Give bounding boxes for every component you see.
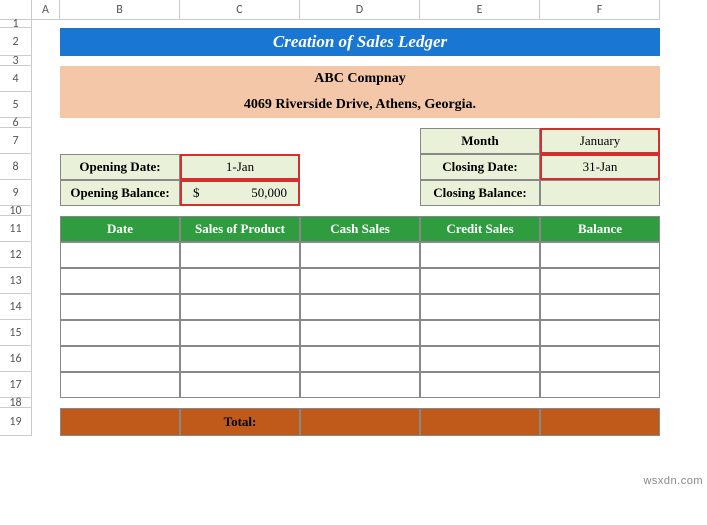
table-cell[interactable] (180, 242, 300, 268)
column-headers: A B C D E F (0, 0, 660, 20)
table-cell[interactable] (300, 294, 420, 320)
table-cell[interactable] (300, 242, 420, 268)
table-cell[interactable] (420, 268, 540, 294)
table-cell[interactable] (540, 294, 660, 320)
month-label: Month (420, 128, 540, 154)
table-cell[interactable] (540, 346, 660, 372)
opening-date-value[interactable]: 1-Jan (180, 154, 300, 180)
table-cell[interactable] (420, 320, 540, 346)
closing-balance-value[interactable] (540, 180, 660, 206)
currency-symbol: $ (193, 185, 200, 201)
opening-balance-value[interactable]: $50,000 (180, 180, 300, 206)
row-1[interactable]: 1 (0, 20, 32, 28)
row-2[interactable]: 2 (0, 28, 32, 56)
row-8[interactable]: 8 (0, 154, 32, 180)
total-blank (60, 408, 180, 436)
table-cell[interactable] (300, 320, 420, 346)
row-5[interactable]: 5 (0, 92, 32, 118)
col-A[interactable]: A (32, 0, 60, 19)
table-cell[interactable] (60, 242, 180, 268)
table-cell[interactable] (420, 346, 540, 372)
table-cell[interactable] (540, 320, 660, 346)
table-header-sales: Sales of Product (180, 216, 300, 242)
title-banner: Creation of Sales Ledger (60, 28, 660, 56)
table-header-credit: Credit Sales (420, 216, 540, 242)
table-cell[interactable] (300, 346, 420, 372)
col-D[interactable]: D (300, 0, 420, 19)
opening-date-label: Opening Date: (60, 154, 180, 180)
total-cash[interactable] (300, 408, 420, 436)
table-header-date: Date (60, 216, 180, 242)
table-cell[interactable] (540, 372, 660, 398)
month-value[interactable]: January (540, 128, 660, 154)
table-cell[interactable] (180, 372, 300, 398)
table-cell[interactable] (420, 242, 540, 268)
row-11[interactable]: 11 (0, 216, 32, 242)
closing-date-value[interactable]: 31-Jan (540, 154, 660, 180)
table-header-balance: Balance (540, 216, 660, 242)
table-cell[interactable] (60, 346, 180, 372)
table-cell[interactable] (180, 346, 300, 372)
total-credit[interactable] (420, 408, 540, 436)
row-18[interactable]: 18 (0, 398, 32, 408)
row-13[interactable]: 13 (0, 268, 32, 294)
table-cell[interactable] (180, 320, 300, 346)
table-cell[interactable] (60, 372, 180, 398)
row-14[interactable]: 14 (0, 294, 32, 320)
table-cell[interactable] (60, 320, 180, 346)
col-F[interactable]: F (540, 0, 660, 19)
row-10[interactable]: 10 (0, 206, 32, 216)
row-12[interactable]: 12 (0, 242, 32, 268)
row-9[interactable]: 9 (0, 180, 32, 206)
row-headers: 1 2 3 4 5 6 7 8 9 10 11 12 13 14 15 16 1… (0, 20, 32, 436)
balance-amount: 50,000 (251, 185, 287, 201)
total-label: Total: (180, 408, 300, 436)
closing-balance-label: Closing Balance: (420, 180, 540, 206)
watermark: wsxdn.com (643, 475, 703, 487)
table-cell[interactable] (540, 268, 660, 294)
col-E[interactable]: E (420, 0, 540, 19)
row-4[interactable]: 4 (0, 66, 32, 92)
table-cell[interactable] (180, 294, 300, 320)
row-17[interactable]: 17 (0, 372, 32, 398)
total-balance[interactable] (540, 408, 660, 436)
table-cell[interactable] (60, 268, 180, 294)
company-name: ABC Compnay (60, 66, 660, 92)
table-cell[interactable] (420, 372, 540, 398)
row-19[interactable]: 19 (0, 408, 32, 436)
row-15[interactable]: 15 (0, 320, 32, 346)
table-cell[interactable] (300, 372, 420, 398)
opening-balance-label: Opening Balance: (60, 180, 180, 206)
table-header-cash: Cash Sales (300, 216, 420, 242)
row-7[interactable]: 7 (0, 128, 32, 154)
company-address: 4069 Riverside Drive, Athens, Georgia. (60, 92, 660, 118)
col-C[interactable]: C (180, 0, 300, 19)
table-cell[interactable] (540, 242, 660, 268)
col-B[interactable]: B (60, 0, 180, 19)
table-cell[interactable] (300, 268, 420, 294)
table-cell[interactable] (420, 294, 540, 320)
row-6[interactable]: 6 (0, 118, 32, 128)
table-cell[interactable] (180, 268, 300, 294)
table-cell[interactable] (60, 294, 180, 320)
row-3[interactable]: 3 (0, 56, 32, 66)
closing-date-label: Closing Date: (420, 154, 540, 180)
row-16[interactable]: 16 (0, 346, 32, 372)
